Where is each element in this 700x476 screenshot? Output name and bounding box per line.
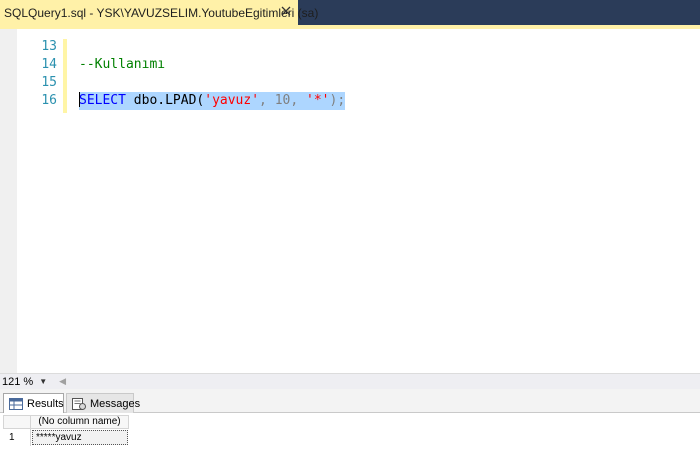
code-comment: --Kullanımı — [79, 57, 166, 72]
zoom-dropdown[interactable]: 121 % ▼ — [0, 375, 47, 389]
code-line: 15 — [0, 74, 700, 92]
zoom-value: 121 % — [2, 375, 34, 388]
keyword-select: SELECT — [79, 93, 126, 108]
result-cell[interactable]: *****yavuz — [32, 430, 128, 445]
tab-results-label: Results — [27, 398, 64, 410]
selected-query-text[interactable]: SELECT dbo.LPAD('yavuz', 10, '*'); — [79, 92, 346, 110]
column-header[interactable]: (No column name) — [31, 415, 129, 429]
results-tab-bar: Results Messages — [0, 389, 700, 414]
row-number[interactable]: 1 — [3, 429, 31, 446]
document-tab-strip: SQLQuery1.sql - YSK\YAVUZSELIM.YoutubeEg… — [0, 0, 700, 25]
string-literal: 'yavuz' — [204, 93, 260, 108]
code-line: 13 — [0, 38, 700, 56]
tab-results[interactable]: Results — [3, 393, 64, 414]
statement-end: ); — [329, 93, 346, 108]
code-line: 16 SELECT dbo.LPAD('yavuz', 10, '*'); — [0, 92, 700, 110]
line-number: 15 — [41, 75, 57, 90]
line-number: 16 — [41, 93, 57, 108]
tab-messages[interactable]: Messages — [66, 393, 140, 413]
line-number: 14 — [41, 57, 57, 72]
string-literal: '*' — [306, 93, 330, 108]
grid-corner-header[interactable] — [3, 415, 31, 429]
document-tab-title: SQLQuery1.sql - YSK\YAVUZSELIM.YoutubeEg… — [4, 5, 319, 20]
query-editor[interactable]: 13 14 --Kullanımı 15 16 SELECT dbo.LPAD(… — [0, 29, 700, 373]
editor-status-strip: 121 % ▼ ◀ — [0, 373, 700, 389]
grid-icon — [9, 398, 23, 410]
chevron-down-icon: ▼ — [39, 377, 48, 386]
line-number: 13 — [41, 39, 57, 54]
arguments: , 10, — [259, 93, 307, 108]
document-tab[interactable]: SQLQuery1.sql - YSK\YAVUZSELIM.YoutubeEg… — [0, 0, 318, 25]
function-call: dbo.LPAD( — [125, 93, 205, 108]
tab-messages-label: Messages — [90, 397, 141, 410]
code-line: 14 --Kullanımı — [0, 56, 700, 74]
close-icon[interactable] — [279, 4, 293, 18]
scroll-left-icon[interactable]: ◀ — [59, 376, 66, 387]
results-grid[interactable]: (No column name) 1 *****yavuz — [0, 413, 700, 476]
messages-icon — [72, 397, 86, 410]
